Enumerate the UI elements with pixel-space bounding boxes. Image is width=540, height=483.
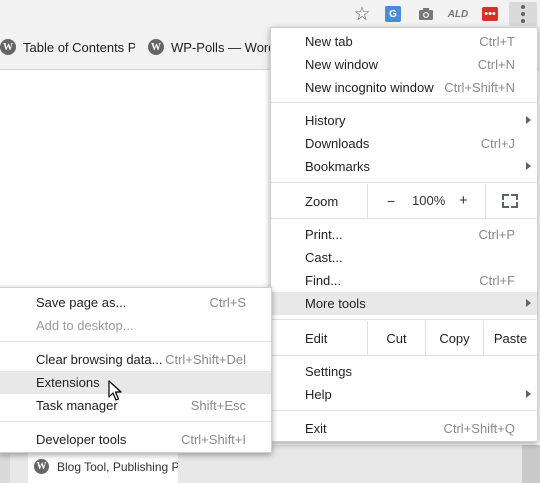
- menu-separator: [271, 319, 537, 320]
- menu-item-label: New tab: [305, 34, 353, 49]
- menu-item-cast[interactable]: Cast...: [271, 246, 537, 269]
- submenu-arrow-icon: [526, 116, 531, 124]
- wordpress-icon: W: [0, 39, 16, 55]
- menu-item-shortcut: Ctrl+Shift+Q: [443, 421, 515, 436]
- submenu-item-clear-browsing-data[interactable]: Clear browsing data... Ctrl+Shift+Del: [0, 348, 271, 371]
- menu-item-shortcut: Ctrl+N: [477, 57, 515, 72]
- menu-item-label: Save page as...: [36, 295, 127, 310]
- menu-item-exit[interactable]: Exit Ctrl+Shift+Q: [271, 417, 537, 440]
- menu-separator: [271, 182, 537, 183]
- menu-item-shortcut: Shift+Esc: [190, 398, 246, 413]
- menu-item-shortcut: Ctrl+Shift+N: [444, 80, 515, 95]
- menu-item-shortcut: Ctrl+P: [478, 227, 515, 242]
- menu-item-settings[interactable]: Settings: [271, 360, 537, 383]
- menu-separator: [271, 355, 537, 356]
- paste-button[interactable]: Paste: [484, 321, 537, 355]
- zoom-in-button[interactable]: +: [459, 192, 468, 209]
- mouse-cursor-icon: [108, 380, 122, 401]
- menu-item-label: Add to desktop...: [36, 318, 134, 333]
- submenu-item-extensions[interactable]: Extensions: [0, 371, 271, 394]
- wordpress-icon: W: [34, 459, 49, 474]
- page-tab[interactable]: W Blog Tool, Publishing Platform: [28, 450, 178, 483]
- edit-row: Edit Cut Copy Paste: [271, 321, 537, 355]
- bookmark-item[interactable]: W WP-Polls — Word: [148, 39, 270, 55]
- menu-item-label: Downloads: [305, 136, 370, 151]
- bookmark-label: Table of Contents Plu: [23, 39, 135, 55]
- menu-item-print[interactable]: Print... Ctrl+P: [271, 223, 537, 246]
- menu-item-shortcut: Ctrl+S: [209, 295, 246, 310]
- chrome-menu-button[interactable]: [509, 2, 537, 26]
- menu-item-label: Cast...: [305, 250, 343, 265]
- menu-item-new-incognito-window[interactable]: New incognito window Ctrl+Shift+N: [271, 76, 537, 99]
- bookmark-label: WP-Polls — Word: [171, 39, 270, 55]
- menu-item-new-window[interactable]: New window Ctrl+N: [271, 53, 537, 76]
- submenu-arrow-icon: [526, 390, 531, 398]
- menu-item-label: More tools: [305, 296, 366, 311]
- submenu-item-save-page-as[interactable]: Save page as... Ctrl+S: [0, 291, 271, 314]
- zoom-level: 100%: [412, 193, 446, 208]
- page-scrollbar[interactable]: [522, 445, 540, 483]
- menu-item-label: Developer tools: [36, 432, 127, 447]
- menu-item-label: Bookmarks: [305, 159, 371, 174]
- submenu-item-add-to-desktop: Add to desktop...: [0, 314, 271, 337]
- menu-item-label: Settings: [305, 364, 352, 379]
- menu-item-label: Extensions: [36, 375, 100, 390]
- ald-extension-icon[interactable]: ALD: [446, 2, 470, 26]
- kebab-icon: [521, 5, 525, 23]
- zoom-row: Zoom − 100% +: [271, 184, 537, 218]
- red-extension-icon[interactable]: •••: [478, 2, 502, 26]
- menu-item-label: Exit: [305, 421, 327, 436]
- menu-item-label: New window: [305, 57, 378, 72]
- red-extension-badge: •••: [482, 7, 498, 21]
- menu-item-label: Clear browsing data...: [36, 352, 163, 367]
- menu-item-label: History: [305, 113, 346, 128]
- wordpress-icon: W: [148, 39, 164, 55]
- menu-item-shortcut: Ctrl+Shift+I: [180, 432, 246, 447]
- camera-icon[interactable]: [414, 2, 438, 26]
- zoom-divider: [485, 184, 486, 218]
- submenu-arrow-icon: [526, 162, 531, 170]
- menu-separator: [0, 341, 271, 342]
- star-icon[interactable]: ☆: [350, 2, 374, 26]
- menu-item-shortcut: Ctrl+F: [479, 273, 515, 288]
- menu-item-label: Help: [305, 387, 332, 402]
- more-tools-submenu: Save page as... Ctrl+S Add to desktop...…: [0, 287, 272, 453]
- cut-button[interactable]: Cut: [368, 321, 425, 355]
- bookmark-item[interactable]: W Table of Contents Plu: [0, 39, 135, 55]
- chrome-main-menu: New tab Ctrl+T New window Ctrl+N New inc…: [270, 27, 538, 442]
- submenu-item-developer-tools[interactable]: Developer tools Ctrl+Shift+I: [0, 428, 271, 451]
- menu-item-label: Print...: [305, 227, 343, 242]
- menu-item-more-tools[interactable]: More tools: [271, 292, 537, 315]
- menu-item-bookmarks[interactable]: Bookmarks: [271, 155, 537, 178]
- menu-separator: [271, 218, 537, 219]
- copy-button[interactable]: Copy: [426, 321, 483, 355]
- zoom-divider: [367, 184, 368, 218]
- zoom-out-button[interactable]: −: [387, 193, 395, 209]
- page-tab-label: Blog Tool, Publishing Platform: [57, 459, 178, 474]
- page-edge: [0, 455, 10, 483]
- zoom-label: Zoom: [305, 193, 339, 209]
- menu-separator: [0, 421, 271, 422]
- browser-toolbar: ☆ G ALD •••: [0, 0, 540, 27]
- menu-item-label: New incognito window: [305, 80, 434, 95]
- menu-item-history[interactable]: History: [271, 109, 537, 132]
- submenu-item-task-manager[interactable]: Task manager Shift+Esc: [0, 394, 271, 417]
- menu-separator: [271, 102, 537, 103]
- menu-item-shortcut: Ctrl+Shift+Del: [165, 352, 246, 367]
- edit-label: Edit: [305, 330, 328, 346]
- menu-separator: [271, 410, 537, 411]
- menu-item-label: Find...: [305, 273, 342, 288]
- menu-item-downloads[interactable]: Downloads Ctrl+J: [271, 132, 537, 155]
- fullscreen-icon[interactable]: [502, 194, 518, 208]
- menu-item-shortcut: Ctrl+J: [480, 136, 515, 151]
- menu-item-find[interactable]: Find... Ctrl+F: [271, 269, 537, 292]
- google-translate-icon[interactable]: G: [381, 2, 405, 26]
- menu-item-shortcut: Ctrl+T: [479, 34, 515, 49]
- submenu-arrow-icon: [526, 299, 531, 307]
- menu-item-new-tab[interactable]: New tab Ctrl+T: [271, 30, 537, 53]
- menu-item-help[interactable]: Help: [271, 383, 537, 406]
